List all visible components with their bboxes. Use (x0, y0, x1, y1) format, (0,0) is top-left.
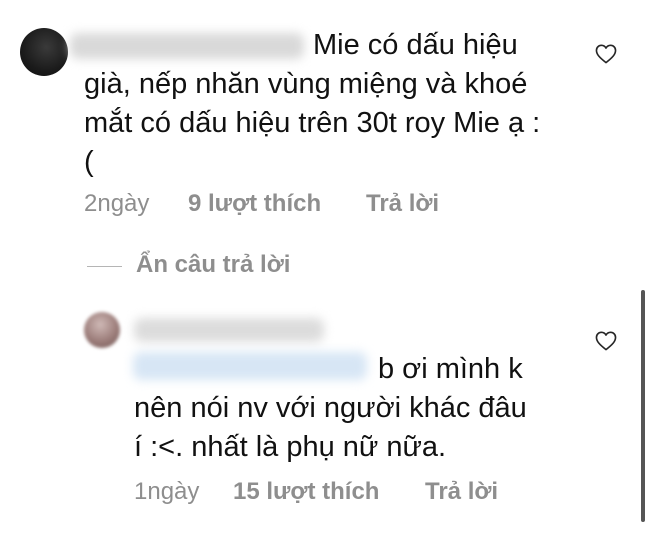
comment-likes[interactable]: 9 lượt thích (188, 190, 321, 218)
divider (87, 266, 122, 267)
heart-icon[interactable] (595, 331, 617, 351)
avatar[interactable] (20, 28, 68, 76)
scrollbar[interactable] (641, 290, 645, 522)
reply-button[interactable]: Trả lời (425, 478, 498, 506)
reply-time: 1ngày (134, 478, 200, 505)
reply-text-first-line: b ơi mình k (378, 353, 523, 385)
reply-text: nên nói nv với người khác đâu í :<. nhất… (134, 392, 527, 463)
comment-text-first-line: Mie có dấu hiệu (313, 29, 518, 61)
heart-icon[interactable] (595, 44, 617, 64)
comment-text: già, nếp nhăn vùng miệng và khoé mắt có … (84, 68, 541, 178)
reply-button[interactable]: Trả lời (366, 190, 439, 218)
comment-time: 2ngày (84, 190, 150, 217)
reply-likes[interactable]: 15 lượt thích (233, 478, 379, 506)
blurred-username[interactable] (134, 318, 324, 342)
avatar[interactable] (84, 312, 120, 348)
hide-replies-button[interactable]: Ẩn câu trả lời (136, 251, 290, 279)
blurred-username[interactable] (70, 33, 304, 59)
blurred-mention[interactable] (133, 352, 367, 380)
